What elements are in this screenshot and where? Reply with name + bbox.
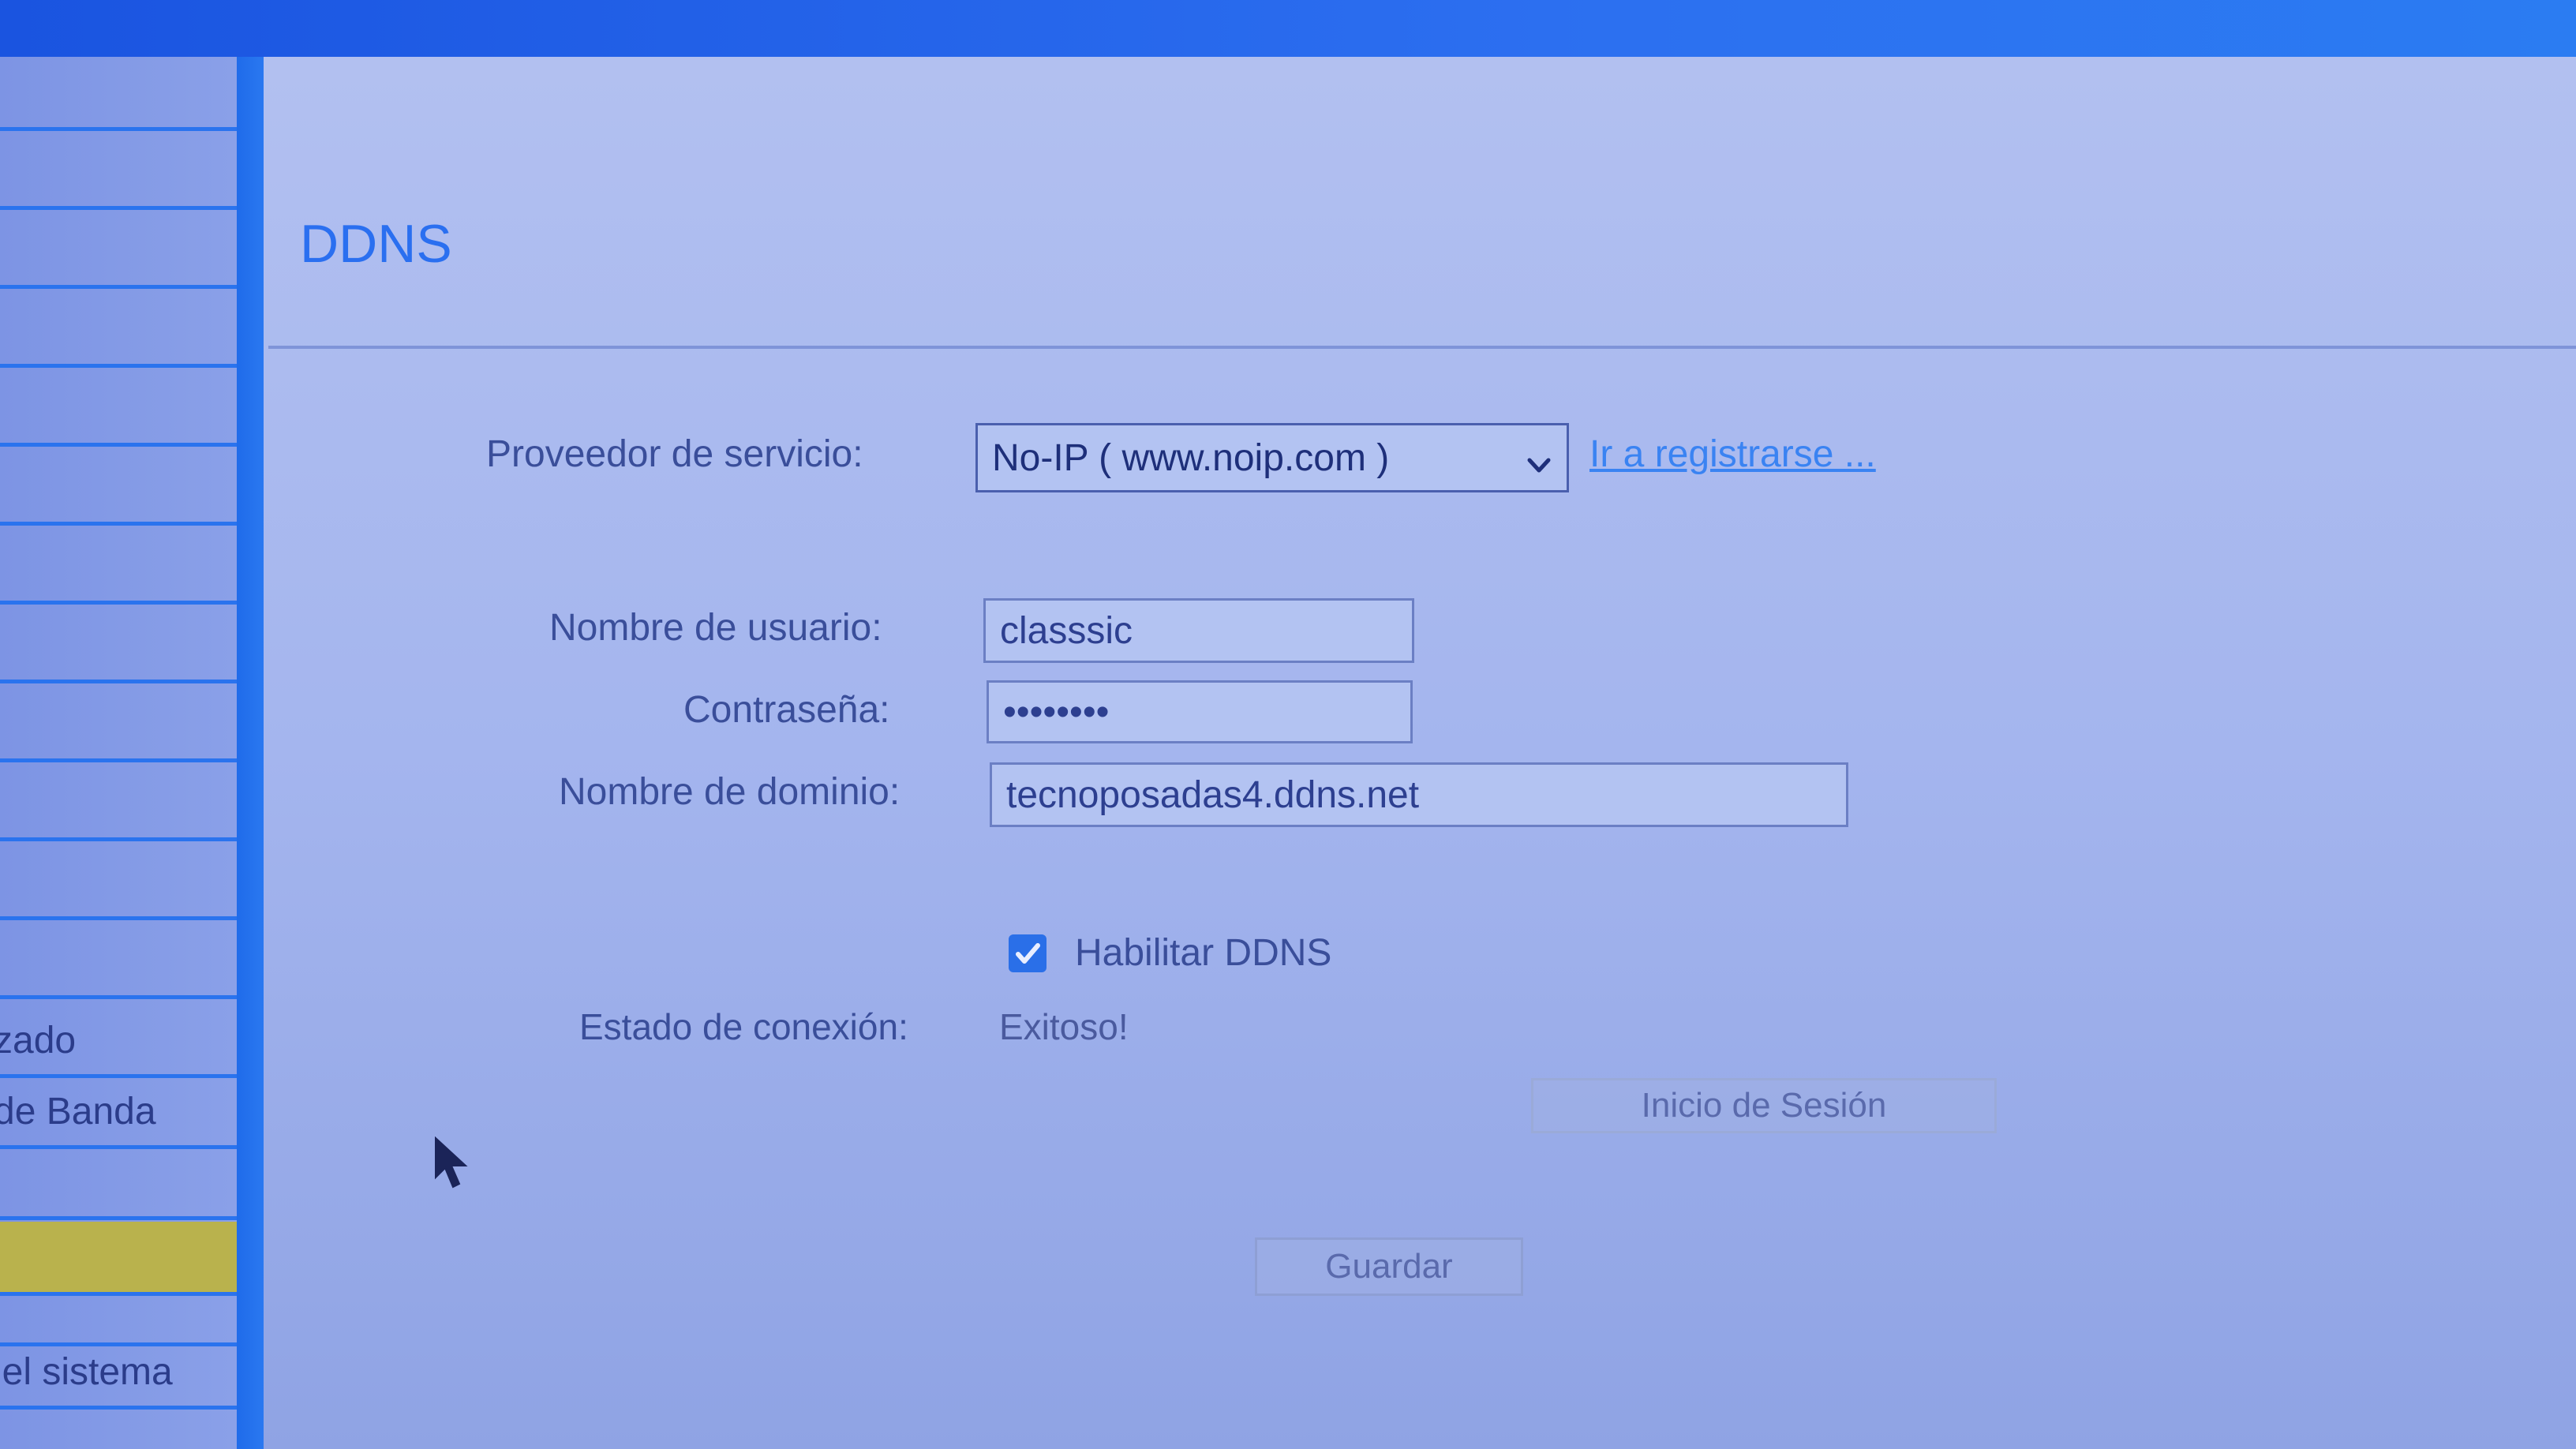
sidebar-item[interactable]: zado (0, 1004, 237, 1078)
username-label: Nombre de usuario: (549, 607, 882, 649)
title-divider (268, 346, 2576, 349)
provider-select-value: No-IP ( www.noip.com ) (992, 436, 1390, 479)
provider-select[interactable]: No-IP ( www.noip.com ) (975, 423, 1569, 492)
chevron-down-icon (1526, 444, 1552, 473)
sidebar-item[interactable] (0, 215, 237, 289)
screen: zado de Banda lel sistema DDNS Proveedor… (0, 0, 2576, 1449)
sidebar-item[interactable] (0, 136, 237, 210)
username-input[interactable]: classsic (983, 598, 1414, 663)
sidebar-edge (237, 57, 264, 1449)
sidebar-item[interactable] (0, 609, 237, 683)
password-input[interactable]: •••••••• (987, 680, 1413, 743)
sidebar-item[interactable] (0, 1146, 237, 1220)
sidebar-item[interactable] (0, 530, 237, 605)
top-bar (0, 0, 2576, 57)
sidebar-item[interactable] (0, 373, 237, 447)
page-title: DDNS (300, 214, 452, 274)
sidebar-item[interactable] (0, 57, 237, 131)
mouse-pointer-icon (434, 1136, 474, 1192)
password-label: Contraseña: (683, 689, 890, 731)
sidebar: zado de Banda lel sistema (0, 57, 237, 1449)
sidebar-item[interactable] (0, 451, 237, 526)
connection-status-label: Estado de conexión: (579, 1006, 908, 1047)
sidebar-item[interactable] (0, 688, 237, 762)
enable-ddns-label: Habilitar DDNS (1075, 932, 1332, 974)
domain-label: Nombre de dominio: (559, 771, 900, 813)
sidebar-item-label: zado (0, 1020, 77, 1061)
sidebar-item[interactable] (0, 294, 237, 368)
enable-ddns-checkbox[interactable] (1009, 934, 1046, 972)
domain-input[interactable]: tecnoposadas4.ddns.net (990, 762, 1848, 827)
checkmark-icon (1016, 943, 1040, 964)
save-button[interactable]: Guardar (1255, 1237, 1523, 1296)
sidebar-item-label: lel sistema (0, 1351, 173, 1393)
register-link[interactable]: Ir a registrarse ... (1589, 432, 1876, 476)
connection-status-value: Exitoso! (999, 1006, 1129, 1047)
sidebar-item-label: de Banda (0, 1091, 156, 1133)
sidebar-item[interactable]: de Banda (0, 1075, 237, 1149)
sidebar-item[interactable] (0, 925, 237, 999)
sidebar-item[interactable]: lel sistema (0, 1335, 237, 1410)
provider-label: Proveedor de servicio: (486, 433, 863, 475)
sidebar-item[interactable] (0, 767, 237, 841)
login-button[interactable]: Inicio de Sesión (1531, 1078, 1997, 1133)
sidebar-item[interactable] (0, 846, 237, 920)
